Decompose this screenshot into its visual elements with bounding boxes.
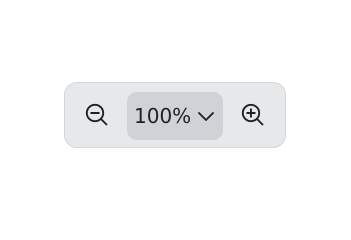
zoom-in-button[interactable] [237,99,269,131]
zoom-level-value: 100% [134,104,192,128]
zoom-in-icon [241,103,264,126]
zoom-control: 100% [64,82,286,148]
zoom-out-button[interactable] [81,99,113,131]
zoom-out-icon [85,103,108,126]
zoom-level-dropdown[interactable]: 100% [127,92,223,140]
chevron-down-icon [197,109,215,123]
